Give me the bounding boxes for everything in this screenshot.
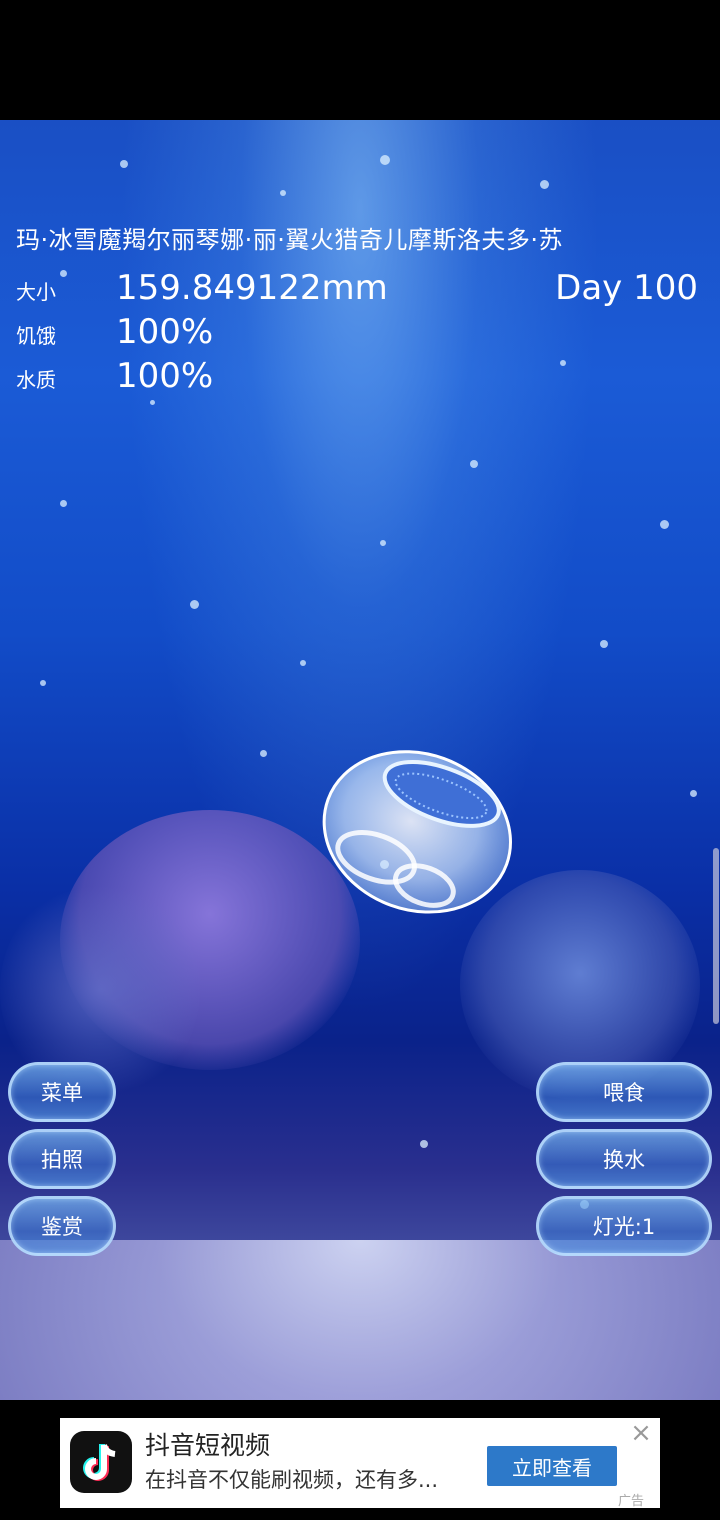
bubble — [60, 270, 67, 277]
water-quality-value: 100% — [116, 356, 214, 396]
sea-floor — [0, 1240, 720, 1400]
bubble — [560, 360, 566, 366]
bubble — [690, 790, 697, 797]
scrollbar[interactable] — [713, 848, 719, 1024]
water-quality-label: 水质 — [16, 368, 56, 392]
tiktok-logo-icon — [70, 1431, 132, 1493]
photo-button[interactable]: 拍照 — [8, 1129, 116, 1189]
ad-title: 抖音短视频 — [145, 1431, 271, 1460]
status-bar-area — [0, 0, 720, 120]
day-counter: Day 100 — [555, 268, 698, 308]
ad-tag: 广告 — [618, 1494, 645, 1509]
hunger-value: 100% — [116, 312, 214, 352]
hunger-label: 饥饿 — [16, 324, 56, 348]
close-icon[interactable]: × — [628, 1420, 654, 1446]
size-label: 大小 — [16, 280, 56, 304]
bubble — [470, 460, 478, 468]
bubble — [300, 660, 306, 666]
bubble — [40, 680, 46, 686]
bubble — [600, 640, 608, 648]
change-water-button[interactable]: 换水 — [536, 1129, 712, 1189]
bubble — [660, 520, 669, 529]
creature-name: 玛·冰雪魔羯尔丽琴娜·丽·翼火猎奇儿摩斯洛夫多·苏 — [16, 226, 564, 254]
bubble — [60, 500, 67, 507]
bubble — [120, 160, 128, 168]
bubble — [190, 600, 199, 609]
bubble — [380, 540, 386, 546]
bubble — [280, 190, 286, 196]
ad-cta-button[interactable]: 立即查看 — [487, 1446, 617, 1486]
light-button[interactable]: 灯光:1 — [536, 1196, 712, 1256]
jellyfish[interactable] — [318, 740, 518, 920]
menu-button[interactable]: 菜单 — [8, 1062, 116, 1122]
appraise-button[interactable]: 鉴赏 — [8, 1196, 116, 1256]
bubble — [380, 155, 390, 165]
bubble — [420, 1140, 428, 1148]
ad-description: 在抖音不仅能刷视频，还有多... — [145, 1468, 439, 1492]
bubble — [260, 750, 267, 757]
feed-button[interactable]: 喂食 — [536, 1062, 712, 1122]
bubble — [540, 180, 549, 189]
ad-banner[interactable]: 抖音短视频 在抖音不仅能刷视频，还有多... 立即查看 × 广告 — [60, 1418, 660, 1509]
bubble — [150, 400, 155, 405]
size-value: 159.849122mm — [116, 268, 388, 308]
